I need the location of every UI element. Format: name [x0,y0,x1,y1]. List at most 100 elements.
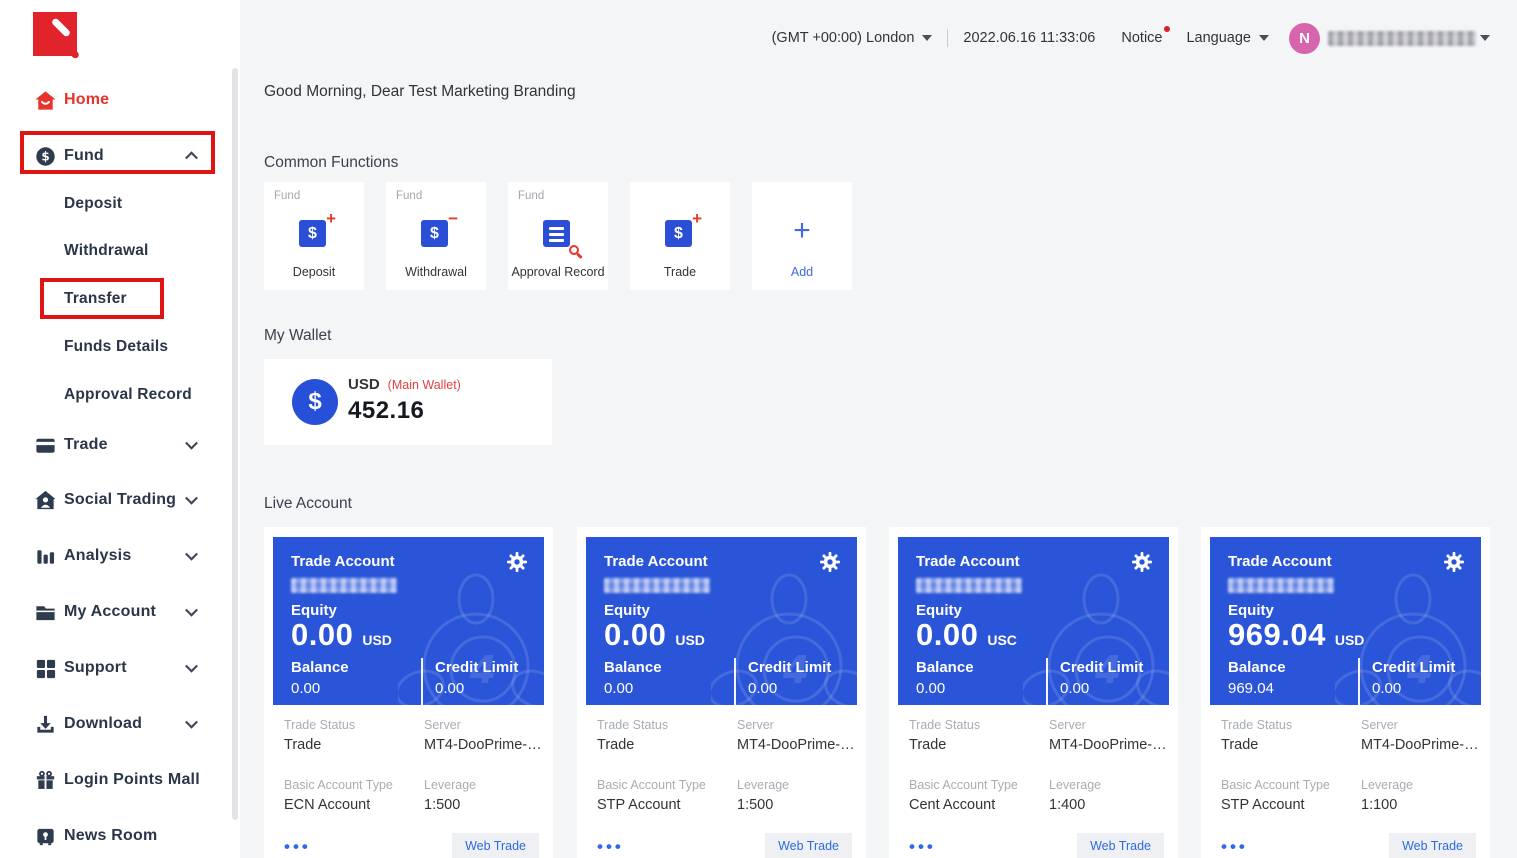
sidebar-item-approval-record[interactable]: Approval Record [0,375,240,415]
timezone-label: (GMT +00:00) London [772,30,915,46]
caret-down-icon[interactable] [1480,35,1490,41]
language-dropdown[interactable]: Language [1186,30,1269,46]
account-number-redacted [916,578,1022,593]
chevron-down-icon [185,604,198,617]
username-redacted [1328,31,1476,46]
web-trade-button[interactable]: Web Trade [1389,833,1476,858]
function-card-add[interactable]: + Add [752,182,852,290]
leverage-label: Leverage [737,778,789,792]
account-summary-panel: 4 Trade Account Equity 0.00 USC Balance … [898,537,1169,705]
function-card-approval-record[interactable]: Fund Approval Record [508,182,608,290]
function-card-trade[interactable]: $+ Trade [630,182,730,290]
leverage-label: Leverage [1361,778,1413,792]
sidebar-item-label: Withdrawal [64,242,149,260]
sidebar-item-funds-details[interactable]: Funds Details [0,327,240,367]
gift-icon [33,768,57,792]
greeting-text: Good Morning, Dear Test Marketing Brandi… [264,83,576,101]
web-trade-button[interactable]: Web Trade [765,833,852,858]
trade-status-label: Trade Status [1221,718,1292,732]
sidebar-item-label: Home [64,91,109,109]
account-number-redacted [1228,578,1334,593]
account-summary-panel: 4 Trade Account Equity 0.00 USD Balance … [586,537,857,705]
sidebar-item-home[interactable]: Home [0,80,240,120]
sidebar-item-label: Social Trading [64,491,176,509]
sidebar-item-analysis[interactable]: Analysis [0,536,240,576]
sidebar-item-deposit[interactable]: Deposit [0,184,240,224]
more-actions-button[interactable]: ••• [1221,837,1248,857]
equity-currency: USD [1335,632,1365,648]
account-type-label: Basic Account Type [1221,778,1330,792]
more-actions-button[interactable]: ••• [284,837,311,857]
function-card-deposit[interactable]: Fund $+ Deposit [264,182,364,290]
gear-icon[interactable] [1130,550,1154,574]
timezone-dropdown[interactable]: (GMT +00:00) London [772,30,933,46]
live-account-card: 4 Trade Account Equity 0.00 USD Balance … [264,527,553,858]
notice-link[interactable]: Notice [1121,30,1162,46]
gear-icon[interactable] [818,550,842,574]
datetime-display: 2022.06.16 11:33:06 [963,30,1095,46]
account-card-title: Trade Account [291,553,395,570]
sidebar-item-social-trading[interactable]: Social Trading [0,480,240,520]
credit-limit-label: Credit Limit [748,659,831,676]
account-type-label: Basic Account Type [909,778,1018,792]
panel-divider [421,658,423,705]
my-wallet-title: My Wallet [264,327,331,345]
sidebar-item-support[interactable]: Support [0,648,240,688]
approval-record-icon [538,214,578,254]
balance-label: Balance [1228,659,1286,676]
logo-slash-white [51,17,72,38]
wallet-card[interactable]: $ USD(Main Wallet) 452.16 [264,359,552,445]
equity-value: 0.00 [916,617,978,653]
gear-icon[interactable] [1442,550,1466,574]
chevron-down-icon [185,660,198,673]
avatar[interactable]: N [1289,23,1320,54]
sidebar-item-my-account[interactable]: My Account [0,592,240,632]
trade-status-value: Trade [909,737,946,753]
sidebar-item-label: My Account [64,603,156,621]
function-card-withdrawal[interactable]: Fund $− Withdrawal [386,182,486,290]
sidebar-item-withdrawal[interactable]: Withdrawal [0,231,240,271]
sidebar-item-download[interactable]: Download [0,704,240,744]
sidebar-item-transfer[interactable]: Transfer [0,279,240,319]
account-summary-panel: 4 Trade Account Equity 0.00 USD Balance … [273,537,544,705]
sidebar-item-trade[interactable]: Trade [0,425,240,465]
account-type-label: Basic Account Type [597,778,706,792]
trade-status-value: Trade [597,737,634,753]
server-value: MT4-DooPrime-Li... [1361,737,1486,753]
web-trade-button[interactable]: Web Trade [452,833,539,858]
sidebar-item-fund[interactable]: $ Fund [0,136,240,176]
leverage-value: 1:400 [1049,797,1085,813]
live-account-card: 4 Trade Account Equity 0.00 USD Balance … [577,527,866,858]
more-actions-button[interactable]: ••• [909,837,936,857]
sidebar-item-login-points-mall[interactable]: Login Points Mall [0,760,240,800]
server-label: Server [1049,718,1086,732]
account-number-redacted [604,578,710,593]
sidebar-scrollbar[interactable] [232,68,238,820]
panel-divider [1046,658,1048,705]
caret-down-icon [922,35,932,41]
account-type-value: STP Account [597,797,681,813]
server-label: Server [1361,718,1398,732]
chevron-down-icon [185,437,198,450]
wallet-currency: USD(Main Wallet) [348,376,461,393]
more-actions-button[interactable]: ••• [597,837,624,857]
live-account-title: Live Account [264,495,352,513]
trade-status-value: Trade [284,737,321,753]
gear-icon[interactable] [505,550,529,574]
sidebar-item-label: Trade [64,436,108,454]
server-value: MT4-DooPrime-Li... [424,737,549,753]
live-account-card: 4 Trade Account Equity 969.04 USD Balanc… [1201,527,1490,858]
doo-prime-logo[interactable] [33,12,77,56]
sidebar-item-label: News Room [64,827,157,845]
balance-value: 969.04 [1228,680,1286,697]
magnifier-icon [569,245,579,255]
credit-limit-value: 0.00 [435,680,518,697]
grid-squares-icon [33,656,57,680]
panel-divider [734,658,736,705]
leverage-value: 1:100 [1361,797,1397,813]
web-trade-button[interactable]: Web Trade [1077,833,1164,858]
function-card-label: Trade [630,265,730,279]
sidebar-item-news-room[interactable]: News Room [0,816,240,856]
credit-limit-value: 0.00 [1060,680,1143,697]
language-label: Language [1186,30,1251,46]
